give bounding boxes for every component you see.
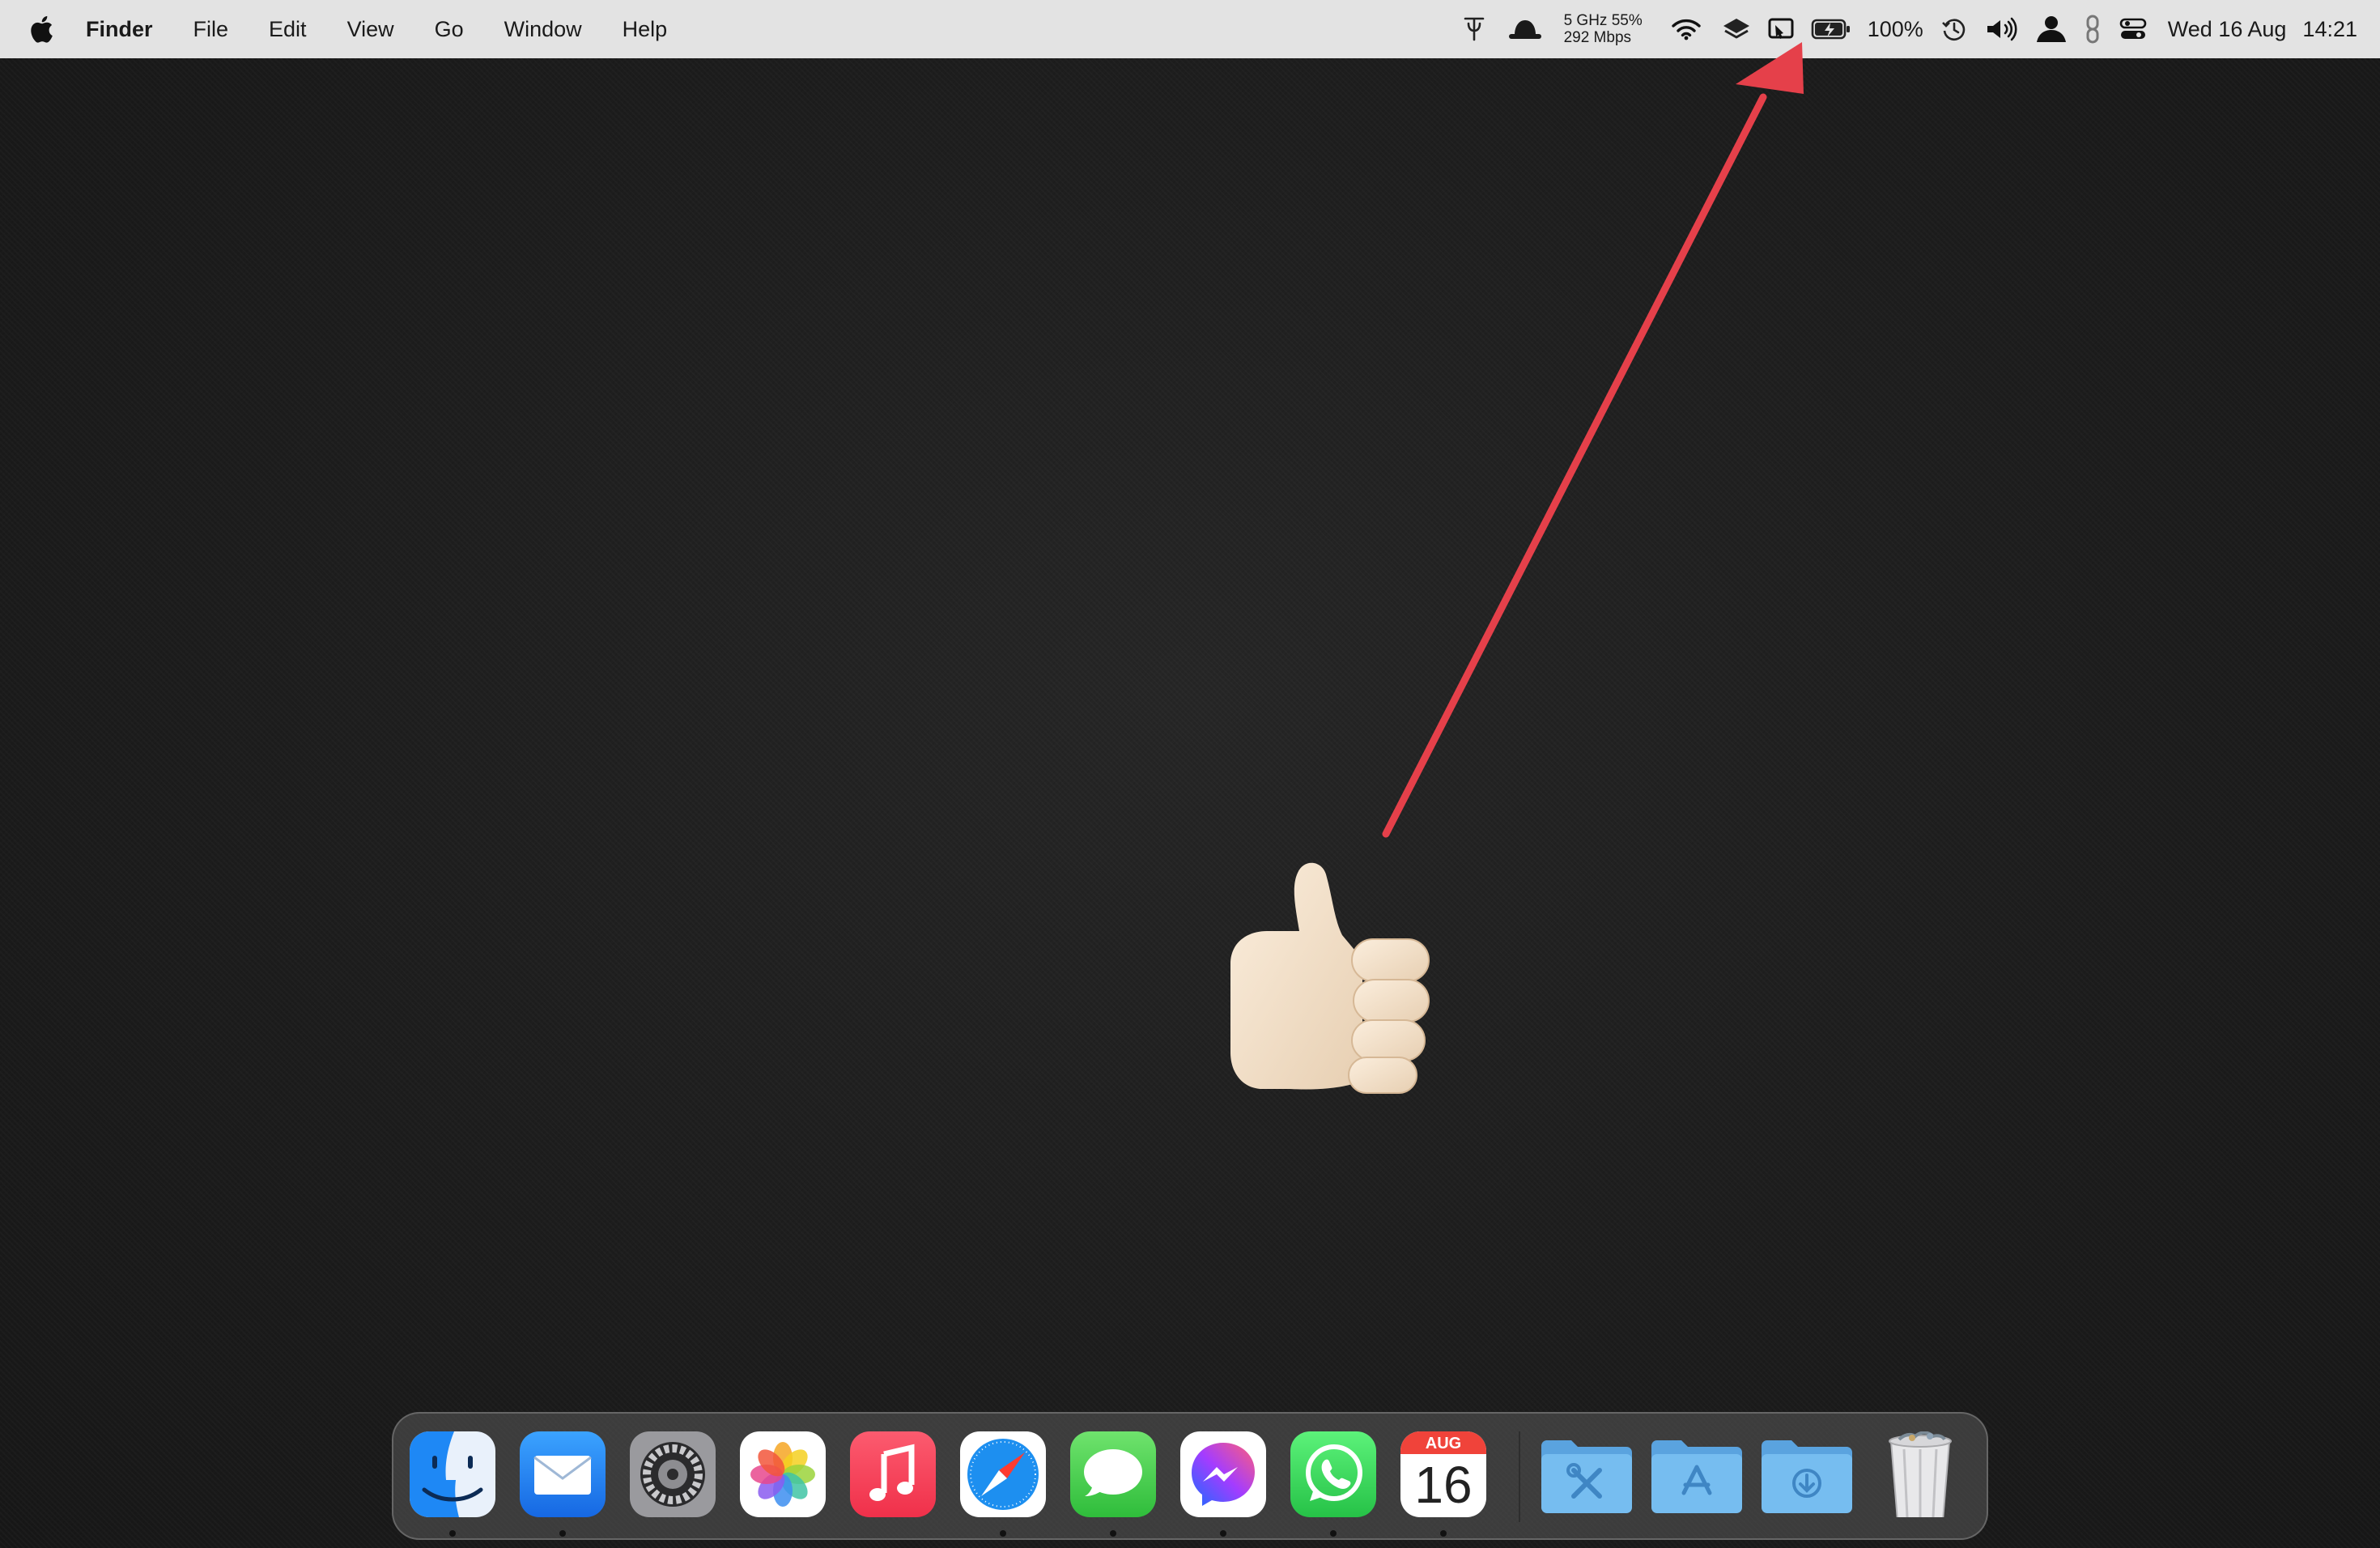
utilities-folder-icon [1541, 1440, 1632, 1513]
calendar-day: 16 [1414, 1456, 1473, 1514]
calendar-icon: AUG 16 [1400, 1431, 1486, 1517]
dock-downloads-folder[interactable] [1758, 1431, 1855, 1517]
applications-folder-icon [1651, 1440, 1742, 1513]
finder-icon [410, 1431, 495, 1517]
photos-icon [740, 1431, 826, 1517]
whatsapp-icon [1290, 1431, 1376, 1517]
annotation-arrow [1382, 42, 1804, 838]
safari-running-indicator [1000, 1530, 1006, 1537]
dock-mail[interactable] [520, 1431, 606, 1517]
dock-whatsapp[interactable] [1290, 1431, 1376, 1517]
downloads-folder-icon [1762, 1440, 1852, 1513]
messages-running-indicator [1110, 1530, 1116, 1537]
calendar-running-indicator [1440, 1530, 1447, 1537]
dock-music[interactable] [850, 1431, 936, 1517]
dock-utilities-folder[interactable] [1538, 1431, 1635, 1517]
dock-trash[interactable] [1880, 1431, 1961, 1517]
thumbs-up-icon [1230, 862, 1430, 1094]
messages-icon [1070, 1431, 1156, 1517]
music-icon [850, 1431, 936, 1517]
settings-gear-icon [630, 1431, 716, 1517]
mail-icon [520, 1431, 606, 1517]
messenger-icon [1180, 1431, 1266, 1517]
messenger-running-indicator [1220, 1530, 1226, 1537]
dock-messenger[interactable] [1180, 1431, 1266, 1517]
dock: AUG 16 [392, 1412, 1988, 1540]
dock-divider [1519, 1431, 1520, 1522]
dock-messages[interactable] [1070, 1431, 1156, 1517]
finder-running-indicator [449, 1530, 456, 1537]
dock-applications-folder[interactable] [1648, 1431, 1745, 1517]
dock-system-settings[interactable] [630, 1431, 716, 1517]
calendar-month: AUG [1425, 1435, 1462, 1452]
dock-calendar[interactable]: AUG 16 [1400, 1431, 1486, 1517]
safari-compass-icon [960, 1431, 1046, 1517]
dock-safari[interactable] [960, 1431, 1046, 1517]
mail-running-indicator [559, 1530, 566, 1537]
dock-finder[interactable] [410, 1431, 495, 1517]
dock-photos[interactable] [740, 1431, 826, 1517]
trash-full-icon [1889, 1431, 1952, 1517]
whatsapp-running-indicator [1330, 1530, 1337, 1537]
